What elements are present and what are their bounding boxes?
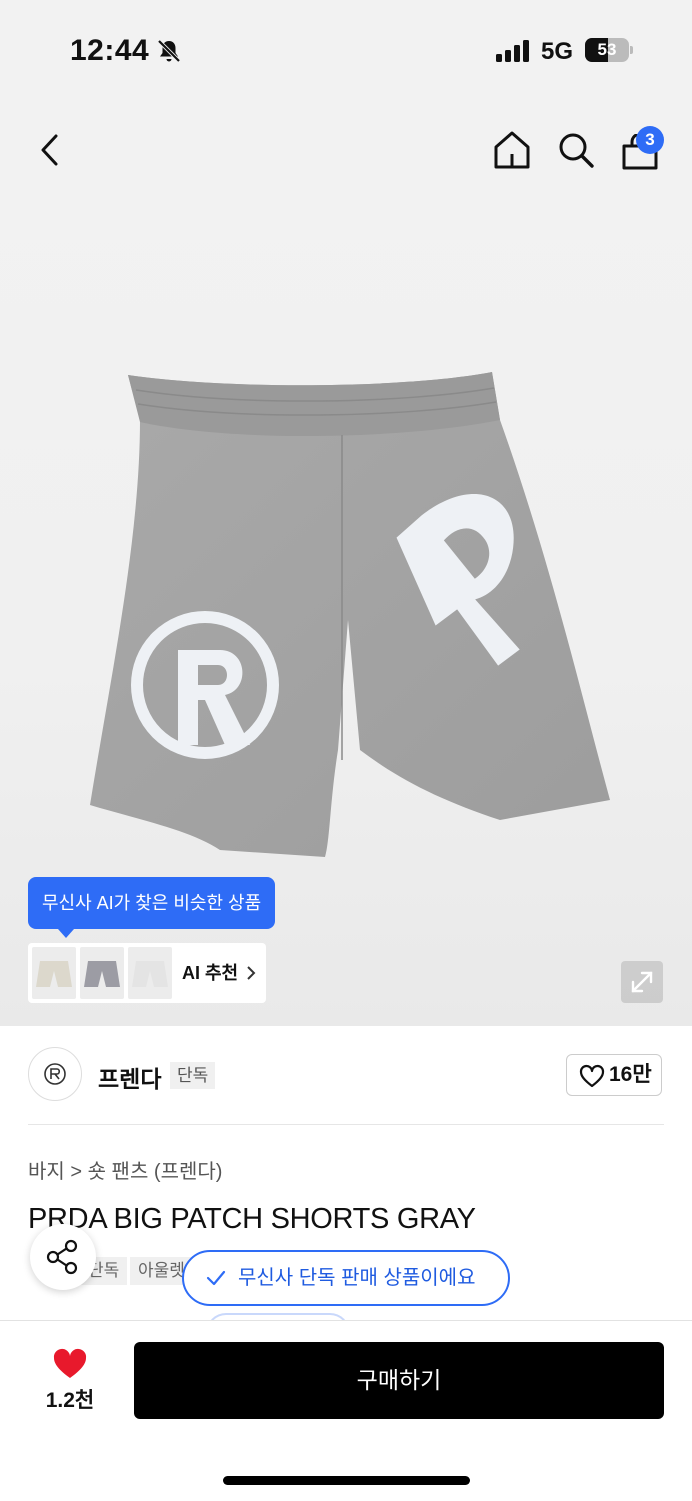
back-icon[interactable] <box>36 132 64 168</box>
brand-exclusive-tag: 단독 <box>170 1062 216 1089</box>
heart-filled-icon[interactable] <box>52 1348 88 1380</box>
ai-thumb-2[interactable] <box>80 947 124 999</box>
brand-emblem-icon <box>44 1063 66 1085</box>
toast-message: 무신사 단독 판매 상품이에요 <box>238 1267 476 1289</box>
search-icon[interactable] <box>556 130 596 170</box>
breadcrumb[interactable]: 바지 > 숏 팬츠 (프렌다) <box>28 1155 222 1184</box>
shorts-thumb-icon <box>36 961 72 987</box>
share-icon <box>46 1239 78 1275</box>
battery-cap <box>630 46 633 54</box>
home-indicator <box>223 1476 470 1485</box>
ai-thumb-3[interactable] <box>128 947 172 999</box>
brand-logo[interactable] <box>28 1047 82 1101</box>
shorts-thumb-icon <box>84 961 120 987</box>
ai-thumb-1[interactable] <box>32 947 76 999</box>
expand-image-button[interactable] <box>621 961 663 1003</box>
product-photo <box>90 372 610 857</box>
share-button[interactable] <box>30 1224 96 1290</box>
cart-count-badge: 3 <box>636 126 664 154</box>
tooltip-arrow <box>58 929 74 938</box>
check-icon <box>206 1270 226 1286</box>
ai-recommend-label: AI 추천 <box>182 963 239 983</box>
chevron-right-icon <box>247 966 256 980</box>
divider <box>28 1124 664 1125</box>
exclusive-toast[interactable]: 무신사 단독 판매 상품이에요 <box>182 1250 510 1306</box>
brand-name[interactable]: 프렌다 <box>98 1060 161 1094</box>
product-like-count: 1.2천 <box>45 1389 95 1412</box>
heart-outline-icon <box>579 1064 605 1088</box>
ai-recommend-tooltip[interactable]: 무신사 AI가 찾은 비슷한 상품 <box>28 877 276 929</box>
home-icon[interactable] <box>492 130 532 170</box>
silent-bell-icon <box>157 39 181 63</box>
brand-like-count: 16만 <box>609 1063 652 1086</box>
status-time: 12:44 <box>70 34 150 67</box>
brand-like-button[interactable]: 16만 <box>566 1054 662 1096</box>
network-type: 5G <box>541 38 574 65</box>
ai-recommend-bar[interactable]: AI 추천 <box>28 943 266 1003</box>
battery-text: 53 <box>597 40 617 59</box>
expand-icon <box>631 971 653 993</box>
battery-icon: 53 <box>585 38 629 62</box>
shorts-thumb-icon <box>132 961 168 987</box>
buy-button[interactable]: 구매하기 <box>134 1342 664 1419</box>
signal-icon <box>496 40 529 62</box>
